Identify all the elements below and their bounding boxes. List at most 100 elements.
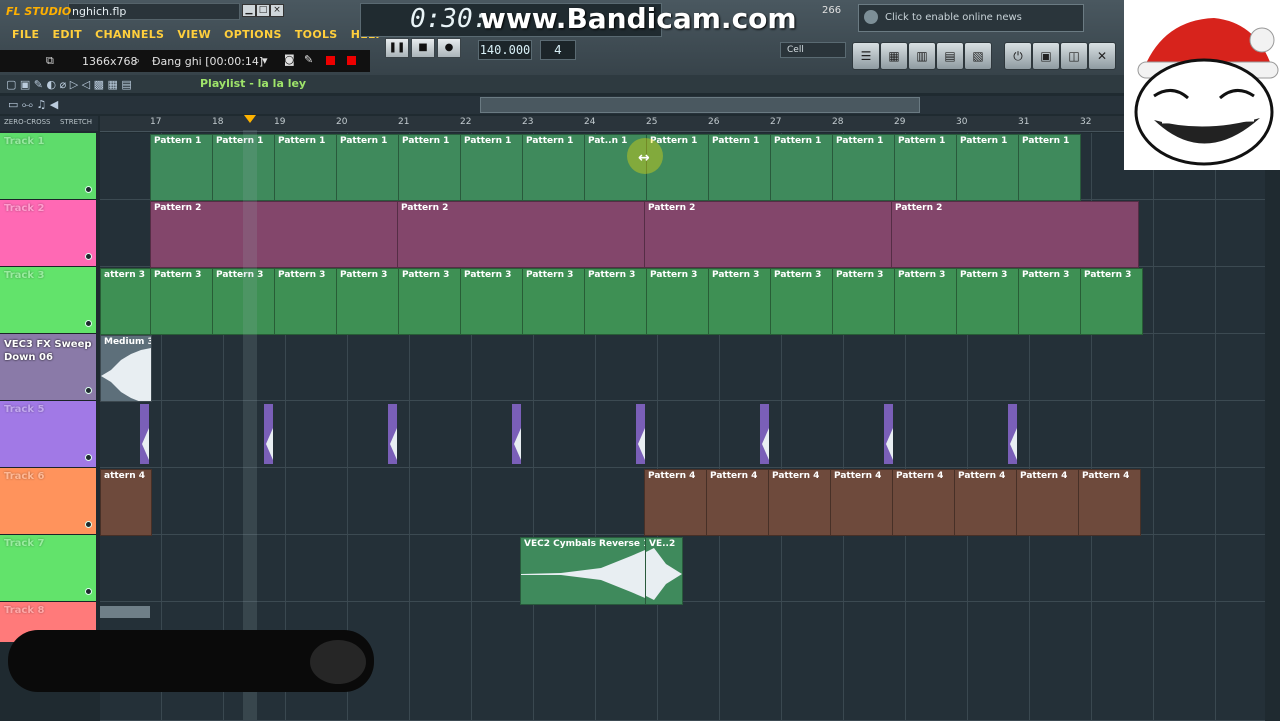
clip-pattern-1[interactable]: Pattern 1 [956, 134, 1019, 201]
minimize-button[interactable]: ▁ [242, 4, 256, 17]
clip-pattern-3[interactable]: Pattern 3 [336, 268, 399, 335]
camera-icon[interactable]: ◙ [284, 53, 295, 66]
clip-track-5-hit[interactable] [264, 404, 273, 464]
clip-pattern-3[interactable]: Pattern 3 [584, 268, 647, 335]
clip-pattern-1[interactable]: Pattern 1 [770, 134, 833, 201]
clip-pattern-1[interactable]: Pattern 1 [460, 134, 523, 201]
track-header-4[interactable]: VEC3 FX Sweep Down 06 [0, 334, 96, 401]
clip-pattern-1[interactable]: Pattern 1 [1018, 134, 1081, 201]
clip-pattern-3[interactable]: Pattern 3 [522, 268, 585, 335]
zero-cross-button[interactable]: ZERO-CROSS [4, 118, 50, 126]
browser-icon[interactable]: ▤ [936, 42, 964, 70]
menu-edit[interactable]: EDIT [53, 28, 82, 41]
mute-led-icon[interactable] [85, 521, 92, 528]
playlist-tool-icons[interactable]: ▢ ▣ ✎ ◐ ⌀ ▷ ◁ ▩ ▦ ▤ [6, 78, 132, 91]
clip-track-5-hit[interactable] [388, 404, 397, 464]
mute-led-icon[interactable] [85, 320, 92, 327]
clip-pattern-2[interactable]: Pattern 2 [150, 201, 398, 268]
clip-track-5-hit[interactable] [636, 404, 645, 464]
clip-pattern-4[interactable]: Pattern 4 [830, 469, 893, 536]
lane-5[interactable] [100, 401, 1265, 468]
record-icon[interactable] [326, 56, 335, 65]
playhead-marker-icon[interactable] [244, 115, 256, 123]
pause-button[interactable]: ❚❚ [385, 38, 409, 58]
maximize-button[interactable]: □ [256, 4, 270, 17]
clip-pattern-2[interactable]: Pattern 2 [891, 201, 1139, 268]
pencil-icon[interactable]: ✎ [304, 53, 313, 66]
menu-channels[interactable]: CHANNELS [95, 28, 164, 41]
clip-pattern-3[interactable]: Pattern 3 [646, 268, 709, 335]
clip-cymbal-reverse-2[interactable]: VE..2 [645, 537, 683, 605]
tempo-display[interactable]: 140.000 [478, 40, 532, 60]
clip-track-5-hit[interactable] [512, 404, 521, 464]
menu-file[interactable]: FILE [12, 28, 39, 41]
clip-track-8[interactable] [100, 606, 150, 618]
track-header-7[interactable]: Track 7 [0, 535, 96, 602]
clip-pattern-4[interactable]: Pattern 4 [706, 469, 769, 536]
clip-pattern-2[interactable]: Pattern 2 [644, 201, 892, 268]
clip-pattern-4[interactable]: Pattern 4 [1078, 469, 1141, 536]
track-header-5[interactable]: Track 5 [0, 401, 96, 468]
clip-pattern-1[interactable]: Pattern 1 [708, 134, 771, 201]
clip-pattern-3[interactable]: attern 3 [100, 268, 151, 335]
clip-pattern-3[interactable]: Pattern 3 [1080, 268, 1143, 335]
track-header-6[interactable]: Track 6 [0, 468, 96, 535]
close-button[interactable]: × [270, 4, 284, 17]
search-icon[interactable]: ⌕ [134, 54, 140, 68]
clip-pattern-3[interactable]: Pattern 3 [460, 268, 523, 335]
mute-led-icon[interactable] [85, 186, 92, 193]
clip-track-5-hit[interactable] [884, 404, 893, 464]
clip-pattern-1[interactable]: Pattern 1 [150, 134, 213, 201]
clip-pattern-3[interactable]: Pattern 3 [398, 268, 461, 335]
clip-track-5-hit[interactable] [1008, 404, 1017, 464]
menu-view[interactable]: VIEW [177, 28, 210, 41]
clip-sweep-audio[interactable]: Medium 30 [100, 335, 152, 402]
playlist-nav-icons[interactable]: ▭ ⧟ ♫ ◀ [8, 98, 58, 112]
record-button[interactable]: ● [437, 38, 461, 58]
track-header-3[interactable]: Track 3 [0, 267, 96, 334]
clip-pattern-4[interactable]: Pattern 4 [954, 469, 1017, 536]
clip-pattern-3[interactable]: Pattern 3 [274, 268, 337, 335]
horizontal-scrollbar[interactable] [480, 97, 920, 113]
clip-pattern-3[interactable]: Pattern 3 [894, 268, 957, 335]
mute-led-icon[interactable] [85, 588, 92, 595]
overlay-button[interactable] [310, 640, 366, 684]
power-icon[interactable]: ⏻ [1004, 42, 1032, 70]
clip-track-5-hit[interactable] [140, 404, 149, 464]
snap-selector[interactable]: Cell [780, 42, 846, 58]
playlist-window-icon[interactable]: ☰ [852, 42, 880, 70]
track-header-1[interactable]: Track 1 [0, 133, 96, 200]
clip-pattern-1[interactable]: Pattern 1 [894, 134, 957, 201]
mute-led-icon[interactable] [85, 387, 92, 394]
clip-pattern-3[interactable]: Pattern 3 [956, 268, 1019, 335]
step-sequencer-icon[interactable]: ▦ [880, 42, 908, 70]
clip-pattern-1[interactable]: Pattern 1 [522, 134, 585, 201]
clip-pattern-4[interactable]: Pattern 4 [1016, 469, 1079, 536]
mute-led-icon[interactable] [85, 253, 92, 260]
tools-icon[interactable]: ✕ [1088, 42, 1116, 70]
render-icon[interactable]: ◫ [1060, 42, 1088, 70]
clip-pattern-3[interactable]: Pattern 3 [832, 268, 895, 335]
clip-pattern-3[interactable]: Pattern 3 [770, 268, 833, 335]
mute-led-icon[interactable] [85, 454, 92, 461]
clip-pattern-4[interactable]: Pattern 4 [892, 469, 955, 536]
clip-pattern-1[interactable]: Pattern 1 [336, 134, 399, 201]
resize-icon[interactable]: ⧉ [46, 54, 54, 68]
clip-pattern-1[interactable]: Pattern 1 [398, 134, 461, 201]
stop-button[interactable]: ■ [411, 38, 435, 58]
menu-tools[interactable]: TOOLS [295, 28, 338, 41]
clip-pattern-4[interactable]: Pattern 4 [644, 469, 707, 536]
clip-pattern-2[interactable]: Pattern 2 [397, 201, 645, 268]
clip-pattern-3[interactable]: Pattern 3 [150, 268, 213, 335]
track-header-2[interactable]: Track 2 [0, 200, 96, 267]
clip-pattern-4[interactable]: Pattern 4 [768, 469, 831, 536]
clip-pattern-1[interactable]: Pattern 1 [832, 134, 895, 201]
clip-track-5-hit[interactable] [760, 404, 769, 464]
clip-pattern-3[interactable]: Pattern 3 [1018, 268, 1081, 335]
clip-pattern-1[interactable]: Pattern 1 [274, 134, 337, 201]
pattern-selector[interactable]: 4 [540, 40, 576, 60]
clip-pattern-3[interactable]: Pattern 3 [708, 268, 771, 335]
save-icon[interactable]: ▣ [1032, 42, 1060, 70]
dropdown-icon[interactable]: ▾ [262, 54, 268, 67]
clip-cymbal-reverse[interactable]: VEC2 Cymbals Reverse 11 [520, 537, 646, 605]
